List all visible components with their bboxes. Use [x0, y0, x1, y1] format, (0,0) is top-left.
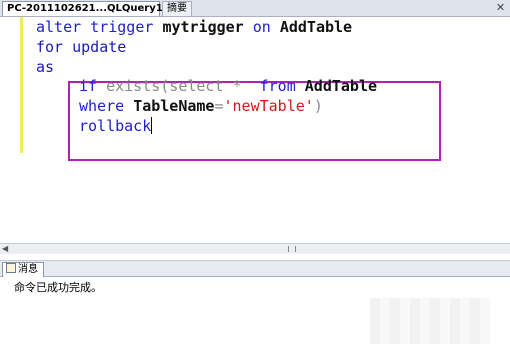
- horizontal-scrollbar[interactable]: ◀: [0, 243, 510, 254]
- code-line-2: for update: [36, 37, 126, 57]
- message-icon: [6, 263, 16, 273]
- splitter-handle[interactable]: [288, 246, 296, 252]
- code-line-5: where TableName='newTable'): [79, 96, 323, 116]
- code-line-6: rollback: [79, 116, 152, 136]
- document-tab-bar: PC-2011102621...QLQuery1.sql* 摘要 ✕: [0, 0, 510, 17]
- scroll-left-icon[interactable]: ◀: [2, 244, 8, 254]
- result-message: 命令已成功完成。: [14, 279, 102, 295]
- close-icon[interactable]: ✕: [494, 2, 507, 14]
- code-line-1: alter trigger mytrigger on AddTable: [36, 17, 352, 37]
- results-tab-bar: 消息: [0, 260, 510, 277]
- tab-messages[interactable]: 消息: [2, 262, 44, 277]
- tab-summary[interactable]: 摘要: [162, 1, 192, 16]
- tab-query[interactable]: PC-2011102621...QLQuery1.sql*: [2, 1, 160, 16]
- code-line-4: if exists(select * from AddTable: [79, 76, 377, 96]
- sql-editor[interactable]: alter trigger mytrigger on AddTable for …: [0, 17, 510, 243]
- code-line-3: as: [36, 57, 54, 77]
- text-caret: [151, 117, 152, 134]
- change-marker: [20, 17, 23, 153]
- watermark: [370, 298, 490, 344]
